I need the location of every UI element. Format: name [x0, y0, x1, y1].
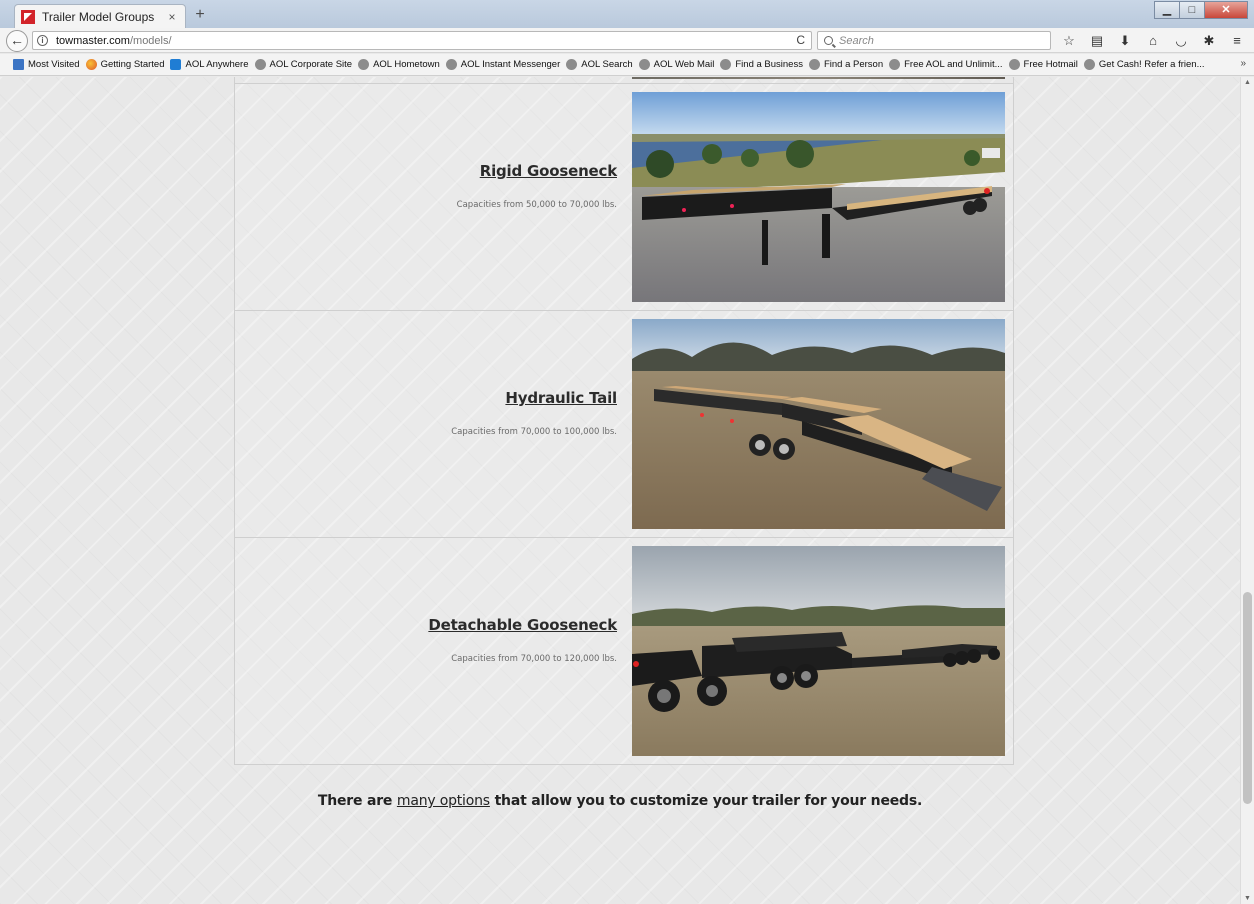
reload-icon[interactable]: C — [796, 33, 805, 47]
model-row-rigid-gooseneck: Rigid Gooseneck Capacities from 50,000 t… — [235, 84, 1013, 311]
bookmark-label: AOL Web Mail — [653, 59, 715, 70]
model-capacity: Capacities from 50,000 to 70,000 lbs. — [456, 200, 617, 210]
menu-icon[interactable]: ≡ — [1226, 32, 1248, 49]
model-capacity: Capacities from 70,000 to 100,000 lbs. — [451, 427, 617, 437]
towmaster-favicon-icon — [21, 9, 35, 24]
model-title-link[interactable]: Detachable Gooseneck — [428, 616, 617, 634]
back-button[interactable]: ← — [6, 30, 28, 52]
bookmark-item[interactable]: Free Hotmail — [1008, 59, 1078, 70]
toolbar-icons: ☆ ▤ ⬇ ⌂ ◡ ✱ ≡ — [1058, 32, 1254, 49]
bookmark-label: AOL Anywhere — [185, 59, 249, 70]
bookmark-item[interactable]: AOL Search — [566, 59, 633, 70]
previous-model-row — [235, 77, 1013, 84]
model-text: Hydraulic Tail Capacities from 70,000 to… — [235, 389, 617, 437]
model-row-detachable-gooseneck: Detachable Gooseneck Capacities from 70,… — [235, 538, 1013, 765]
url-bar[interactable]: i towmaster.com /models/ C — [32, 31, 812, 50]
bookmark-item[interactable]: AOL Anywhere — [170, 59, 249, 70]
bookmark-item[interactable]: Free AOL and Unlimit... — [889, 59, 1003, 70]
globe-icon — [720, 59, 732, 70]
bookmark-label: AOL Hometown — [373, 59, 440, 70]
bookmark-folder-icon — [13, 59, 24, 70]
customize-options-text: There are many options that allow you to… — [0, 793, 1240, 809]
model-title-link[interactable]: Hydraulic Tail — [505, 389, 617, 407]
rigid-gooseneck-photo[interactable] — [632, 92, 1005, 302]
globe-icon — [808, 59, 820, 70]
model-text: Detachable Gooseneck Capacities from 70,… — [235, 616, 617, 664]
bookmark-label: Find a Person — [823, 59, 884, 70]
globe-icon — [358, 59, 370, 70]
search-placeholder: Search — [839, 34, 874, 47]
download-icon[interactable]: ⬇ — [1114, 32, 1136, 49]
globe-icon — [1083, 59, 1095, 70]
hydraulic-tail-photo[interactable] — [632, 319, 1005, 529]
bookmark-item[interactable]: Find a Business — [720, 59, 803, 70]
minimize-button[interactable]: ▁ — [1154, 1, 1180, 19]
vertical-scrollbar[interactable]: ▲ ▼ — [1240, 77, 1254, 904]
bookmark-label: AOL Corporate Site — [269, 59, 353, 70]
maximize-button[interactable]: □ — [1179, 1, 1205, 19]
navigation-toolbar: ← i towmaster.com /models/ C Search ☆ ▤ … — [0, 28, 1254, 53]
bookmark-label: Most Visited — [28, 59, 80, 70]
globe-icon — [566, 59, 578, 70]
globe-icon — [445, 59, 457, 70]
bookmark-item[interactable]: AOL Instant Messenger — [445, 59, 561, 70]
scroll-up-icon[interactable]: ▲ — [1244, 79, 1251, 86]
options-text-after: that allow you to customize your trailer… — [489, 793, 923, 809]
scroll-down-icon[interactable]: ▼ — [1244, 895, 1251, 902]
detachable-gooseneck-photo[interactable] — [632, 546, 1005, 756]
close-window-button[interactable]: ✕ — [1204, 1, 1248, 19]
page-viewport: Rigid Gooseneck Capacities from 50,000 t… — [0, 77, 1240, 904]
model-title-link[interactable]: Rigid Gooseneck — [480, 162, 617, 180]
browser-tab[interactable]: Trailer Model Groups × — [14, 4, 186, 28]
star-icon[interactable]: ☆ — [1058, 32, 1080, 49]
many-options-link[interactable]: many options — [397, 793, 490, 809]
model-list: Rigid Gooseneck Capacities from 50,000 t… — [234, 77, 1014, 765]
previous-model-photo — [632, 77, 1005, 79]
bookmark-item[interactable]: AOL Web Mail — [638, 59, 715, 70]
bookmark-label: Free AOL and Unlimit... — [904, 59, 1003, 70]
url-domain: towmaster.com — [56, 34, 130, 47]
window-controls: ▁ □ ✕ — [1154, 1, 1248, 19]
scroll-thumb[interactable] — [1243, 592, 1252, 804]
home-icon[interactable]: ⌂ — [1142, 32, 1164, 49]
model-row-hydraulic-tail: Hydraulic Tail Capacities from 70,000 to… — [235, 311, 1013, 538]
options-text-before: There are — [317, 793, 397, 809]
bookmarks-overflow-icon[interactable]: » — [1240, 58, 1246, 69]
firefox-icon — [85, 59, 97, 70]
globe-icon — [1008, 59, 1020, 70]
globe-icon — [254, 59, 266, 70]
bookmark-item[interactable]: AOL Corporate Site — [254, 59, 353, 70]
clipboard-icon[interactable]: ▤ — [1086, 32, 1108, 49]
globe-icon — [638, 59, 650, 70]
model-text: Rigid Gooseneck Capacities from 50,000 t… — [235, 162, 618, 210]
new-tab-button[interactable]: + — [190, 6, 210, 24]
bookmark-item[interactable]: Most Visited — [13, 59, 80, 70]
bookmark-label: AOL Instant Messenger — [460, 59, 561, 70]
bookmark-item[interactable]: Getting Started — [85, 59, 165, 70]
bookmark-item[interactable]: AOL Hometown — [358, 59, 440, 70]
bookmarks-toolbar: Most Visited Getting Started AOL Anywhere A… — [0, 54, 1254, 76]
extension-icon[interactable]: ✱ — [1198, 32, 1220, 49]
pocket-icon[interactable]: ◡ — [1170, 32, 1192, 49]
tab-title: Trailer Model Groups — [42, 9, 155, 24]
bookmark-label: Free Hotmail — [1023, 59, 1078, 70]
search-input[interactable]: Search — [817, 31, 1051, 50]
site-info-icon[interactable]: i — [37, 35, 48, 46]
bookmark-label: Getting Started — [100, 59, 165, 70]
bookmark-label: Get Cash! Refer a frien... — [1098, 59, 1205, 70]
window-titlebar: Trailer Model Groups × + ▁ □ ✕ — [0, 0, 1254, 28]
bookmark-item[interactable]: Get Cash! Refer a frien... — [1083, 59, 1205, 70]
bookmark-label: AOL Search — [581, 59, 633, 70]
tab-close-icon[interactable]: × — [165, 10, 179, 24]
bookmark-item[interactable]: Find a Person — [808, 59, 884, 70]
model-capacity: Capacities from 70,000 to 120,000 lbs. — [451, 654, 617, 664]
globe-icon — [889, 59, 901, 70]
url-path: /models/ — [129, 34, 172, 47]
search-icon — [824, 36, 833, 45]
bookmark-label: Find a Business — [735, 59, 803, 70]
aol-icon — [170, 59, 182, 70]
